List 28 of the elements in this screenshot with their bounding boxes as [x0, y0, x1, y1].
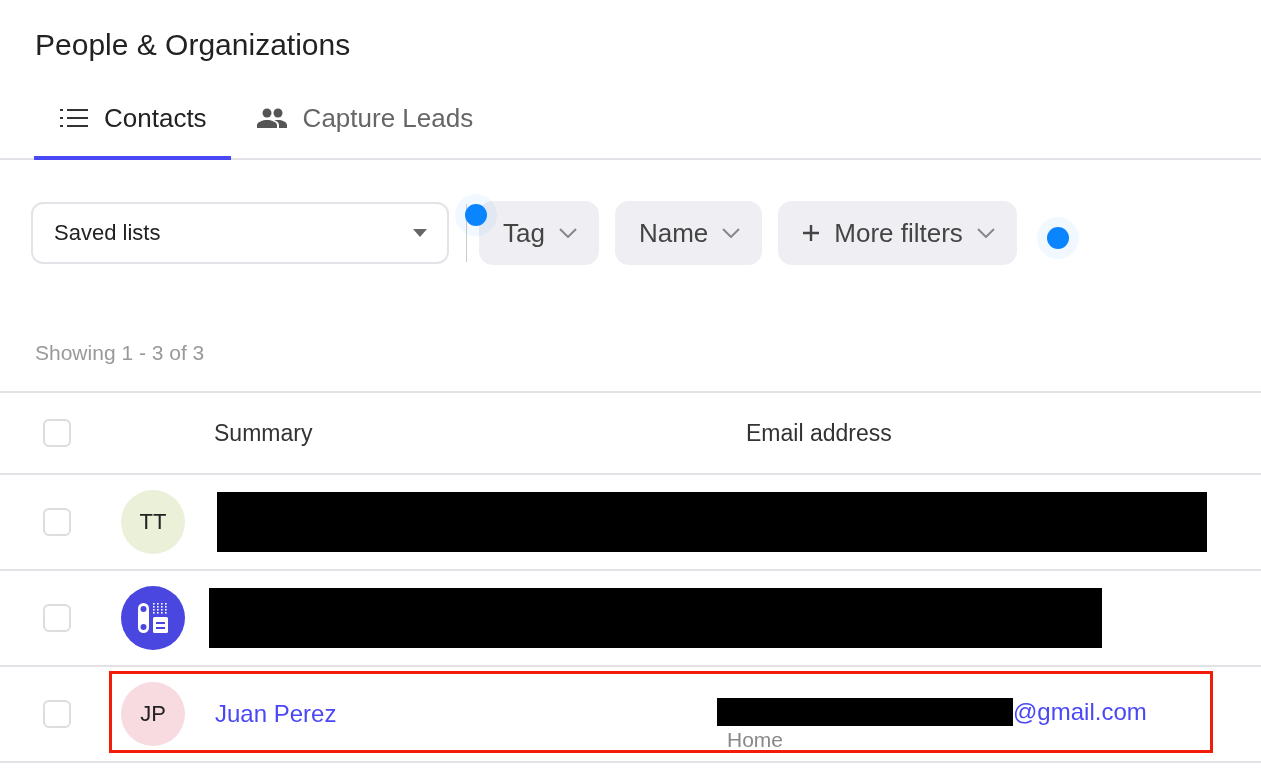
avatar: TT	[121, 490, 185, 554]
select-all-checkbox[interactable]	[43, 419, 71, 447]
avatar: JP	[121, 682, 185, 746]
page-title: People & Organizations	[34, 27, 352, 63]
hotspot-dot[interactable]	[465, 204, 487, 226]
hotspot-dot[interactable]	[1046, 227, 1069, 249]
email-type-label: Home	[727, 728, 785, 752]
saved-lists-dropdown[interactable]: Saved lists	[31, 202, 449, 264]
chevron-down-icon	[976, 228, 995, 238]
row-checkbox[interactable]	[43, 508, 71, 536]
row-checkbox[interactable]	[43, 604, 71, 632]
tab[interactable]: Contacts	[34, 80, 231, 160]
tab[interactable]: Capture Leads	[230, 80, 498, 160]
filter-button[interactable]: Name	[614, 201, 763, 265]
list-icon	[60, 108, 88, 128]
people-icon	[256, 108, 287, 128]
column-header: Summary	[214, 419, 314, 447]
chevron-down-icon	[722, 228, 741, 238]
plus-icon	[802, 224, 821, 242]
result-count: Showing 1 - 3 of 3	[34, 340, 206, 366]
filter-button[interactable]: More filters	[778, 201, 1017, 265]
filter-button[interactable]: Tag	[479, 201, 599, 265]
caret-icon	[413, 229, 427, 237]
chevron-down-icon	[558, 228, 577, 238]
row-checkbox[interactable]	[43, 700, 71, 728]
contact-name-link[interactable]: Juan Perez	[215, 700, 717, 728]
column-header: Email address	[746, 419, 892, 447]
email-text[interactable]: @gmail.com	[1013, 698, 1147, 726]
